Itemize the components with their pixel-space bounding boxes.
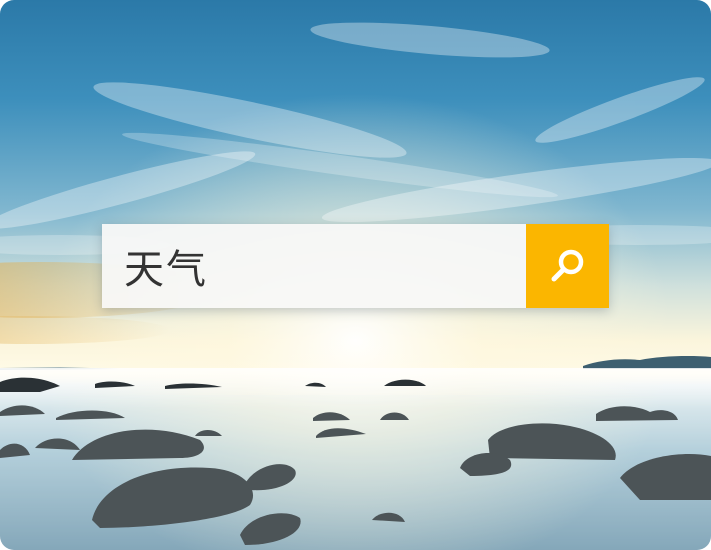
window-frame: 天气 [0,0,711,550]
search-box: 天气 [102,224,609,308]
search-icon [551,249,583,282]
search-button[interactable] [526,224,609,308]
search-input[interactable]: 天气 [102,224,526,308]
search-query-text: 天气 [124,247,208,293]
